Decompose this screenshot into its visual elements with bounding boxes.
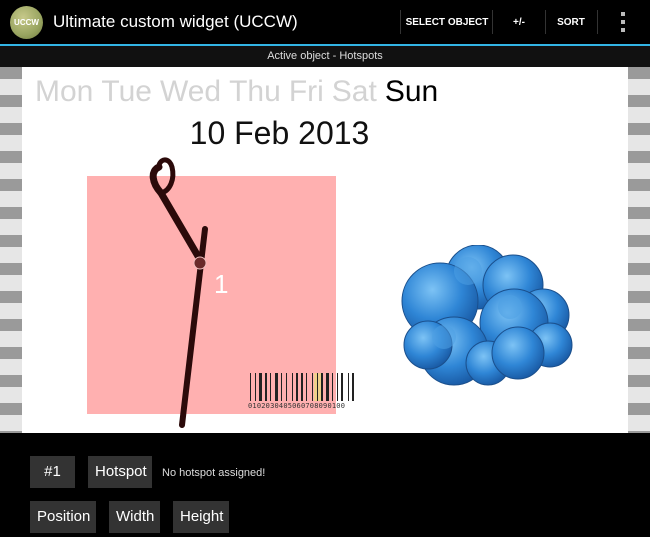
select-object-button[interactable]: SELECT OBJECT [402,9,492,35]
plus-minus-button[interactable]: +/- [494,9,544,35]
widget-canvas[interactable]: Mon Tue Wed Thu Fri Sat Sun 10 Feb 2013 1 0102… [22,67,628,433]
divider [492,10,493,34]
divider [545,10,546,34]
cloud-icon[interactable] [388,245,588,395]
clock-center [193,256,207,270]
sort-button[interactable]: SORT [547,9,595,35]
app-logo-icon[interactable]: UCCW [10,6,43,39]
left-ruler [0,67,22,433]
barcode-widget[interactable]: 0102030405060708090100 [248,373,382,416]
hand-label: 1 [214,269,229,299]
hour-hand [149,163,206,267]
logo-text: UCCW [14,18,39,27]
action-bar: UCCW Ultimate custom widget (UCCW) SELEC… [0,0,650,44]
hotspot-status: No hotspot assigned! [162,467,266,479]
hotspot-button[interactable]: Hotspot [88,456,152,488]
overflow-menu-icon[interactable] [620,12,626,32]
object-index-button[interactable]: #1 [30,456,75,488]
width-button[interactable]: Width [109,501,160,533]
divider [597,10,598,34]
app-title: Ultimate custom widget (UCCW) [53,12,298,31]
active-object-subtitle: Active object - Hotspots [0,46,650,67]
right-ruler [628,67,650,433]
height-button[interactable]: Height [173,501,229,533]
barcode-digits: 0102030405060708090100 [248,402,346,410]
divider [400,10,401,34]
position-button[interactable]: Position [30,501,96,533]
